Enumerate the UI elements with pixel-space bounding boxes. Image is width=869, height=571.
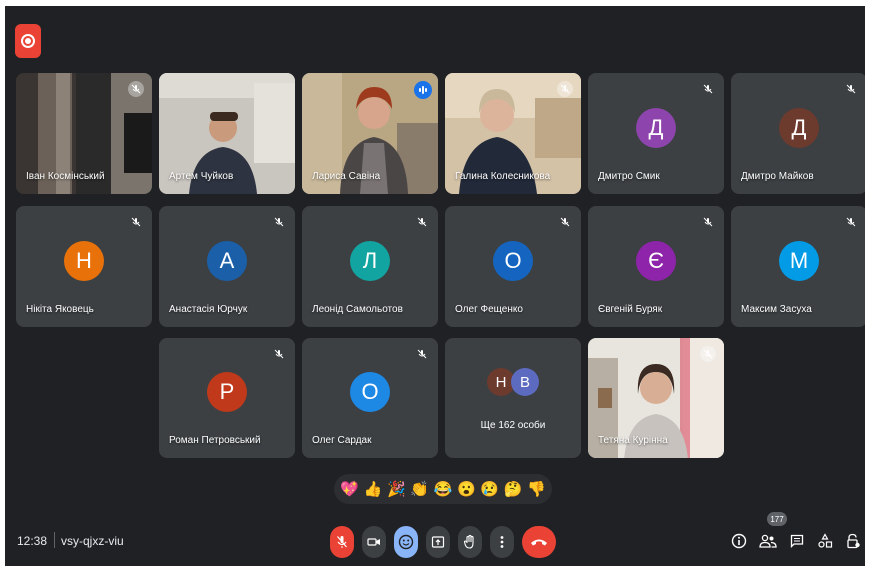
mic-off-icon bbox=[700, 81, 716, 97]
reaction-party[interactable]: 🎉 bbox=[387, 482, 406, 497]
meet-window: Іван Космінський Артем Чуйков Лариса Сав… bbox=[5, 6, 865, 566]
recording-indicator[interactable] bbox=[15, 24, 41, 58]
participant-tile[interactable]: Артем Чуйков bbox=[159, 73, 295, 194]
participant-tile[interactable]: Іван Космінський bbox=[16, 73, 152, 194]
participant-name: Нікіта Яковець bbox=[26, 304, 94, 315]
mic-off-icon bbox=[700, 346, 716, 362]
reaction-thumbs-down[interactable]: 👎 bbox=[527, 482, 546, 497]
mic-toggle-button[interactable] bbox=[330, 526, 354, 558]
end-call-icon bbox=[531, 539, 547, 546]
mic-off-icon bbox=[414, 214, 430, 230]
participant-name: Артем Чуйков bbox=[169, 171, 234, 182]
participant-name: Анастасія Юрчук bbox=[169, 304, 248, 315]
participant-tile[interactable]: Д Дмитро Смик bbox=[588, 73, 724, 194]
participant-name: Тетяна Курінна bbox=[598, 435, 668, 446]
participant-tile[interactable]: Л Леонід Самольотов bbox=[302, 206, 438, 327]
divider bbox=[54, 532, 55, 548]
mic-off-icon bbox=[700, 214, 716, 230]
participant-tile[interactable]: М Максим Засуха bbox=[731, 206, 865, 327]
avatar: Є bbox=[636, 240, 676, 281]
people-count-badge: 177 bbox=[767, 512, 787, 526]
participant-name: Лариса Савіна bbox=[312, 171, 381, 182]
host-controls-button[interactable] bbox=[844, 532, 862, 550]
chat-button[interactable] bbox=[788, 532, 806, 550]
raise-hand-icon bbox=[463, 534, 474, 549]
avatar: А bbox=[207, 240, 247, 281]
participant-tile[interactable]: Є Євгеній Буряк bbox=[588, 206, 724, 327]
raise-hand-button[interactable] bbox=[458, 526, 482, 558]
avatar: В bbox=[511, 368, 539, 396]
participant-name: Євгеній Буряк bbox=[598, 304, 663, 315]
reaction-sad[interactable]: 😢 bbox=[480, 482, 499, 497]
activities-icon bbox=[818, 533, 833, 548]
reactions-bar: 💖 👍 🎉 👏 😂 😮 😢 🤔 👎 bbox=[334, 474, 552, 504]
reaction-clap[interactable]: 👏 bbox=[410, 482, 429, 497]
camera-icon bbox=[367, 538, 380, 546]
avatar: Л bbox=[350, 240, 390, 281]
speaking-indicator-icon bbox=[414, 81, 432, 99]
info-icon bbox=[731, 533, 747, 549]
participant-tile[interactable]: Галина Колесникова bbox=[445, 73, 581, 194]
more-options-button[interactable] bbox=[490, 526, 514, 558]
avatar: М bbox=[779, 240, 819, 281]
reaction-heart[interactable]: 💖 bbox=[340, 482, 359, 497]
mic-off-icon bbox=[337, 536, 347, 548]
participant-name: Роман Петровський bbox=[169, 435, 261, 446]
present-icon bbox=[431, 536, 445, 548]
emoji-icon bbox=[398, 534, 414, 550]
avatar: Д bbox=[779, 107, 819, 148]
participant-name: Максим Засуха bbox=[741, 304, 812, 315]
emoji-reactions-button[interactable] bbox=[394, 526, 418, 558]
mic-off-icon bbox=[557, 214, 573, 230]
more-participants-tile[interactable]: Н В Ще 162 особи bbox=[445, 338, 581, 458]
participant-name: Леонід Самольотов bbox=[312, 304, 403, 315]
leave-call-button[interactable] bbox=[522, 526, 556, 558]
avatar: О bbox=[493, 240, 533, 281]
people-button[interactable] bbox=[759, 532, 777, 550]
participant-tile[interactable]: А Анастасія Юрчук bbox=[159, 206, 295, 327]
mic-off-icon bbox=[128, 214, 144, 230]
avatar: Н bbox=[64, 240, 104, 281]
people-icon bbox=[759, 534, 777, 548]
meeting-code: vsy-qjxz-viu bbox=[61, 534, 124, 548]
participant-name: Олег Фещенко bbox=[455, 304, 523, 315]
chat-icon bbox=[790, 534, 804, 548]
avatar: Р bbox=[207, 372, 247, 412]
participant-tile-active-speaker[interactable]: Лариса Савіна bbox=[302, 73, 438, 194]
mic-off-icon bbox=[557, 81, 573, 97]
mic-off-icon bbox=[843, 81, 859, 97]
participant-tile[interactable]: О Олег Сардак bbox=[302, 338, 438, 458]
mic-off-icon bbox=[843, 214, 859, 230]
participant-name: Галина Колесникова bbox=[455, 171, 551, 182]
meeting-time: 12:38 bbox=[17, 534, 48, 548]
participant-name: Дмитро Смик bbox=[598, 171, 660, 182]
meeting-details-button[interactable] bbox=[730, 532, 748, 550]
mic-off-icon bbox=[414, 346, 430, 362]
activities-button[interactable] bbox=[816, 532, 834, 550]
reaction-surprised[interactable]: 😮 bbox=[457, 482, 476, 497]
participant-name: Дмитро Майков bbox=[741, 171, 814, 182]
participant-tile[interactable]: Д Дмитро Майков bbox=[731, 73, 865, 194]
camera-toggle-button[interactable] bbox=[362, 526, 386, 558]
reaction-thinking[interactable]: 🤔 bbox=[504, 482, 523, 497]
reaction-thumbs-up[interactable]: 👍 bbox=[364, 482, 383, 497]
avatar: Д bbox=[636, 107, 676, 148]
mic-off-icon bbox=[271, 346, 287, 362]
record-icon bbox=[21, 34, 35, 48]
participant-tile[interactable]: О Олег Фещенко bbox=[445, 206, 581, 327]
more-participants-label: Ще 162 особи bbox=[480, 420, 546, 431]
participant-tile[interactable]: Тетяна Курінна bbox=[588, 338, 724, 458]
present-screen-button[interactable] bbox=[426, 526, 450, 558]
participant-tile[interactable]: Н Нікіта Яковець bbox=[16, 206, 152, 327]
host-controls-icon bbox=[847, 533, 860, 549]
participant-tile[interactable]: Р Роман Петровський bbox=[159, 338, 295, 458]
mic-off-icon bbox=[128, 81, 144, 97]
participant-name: Іван Космінський bbox=[26, 171, 105, 182]
avatar: О bbox=[350, 372, 390, 412]
more-options-icon bbox=[500, 536, 504, 548]
participant-name: Олег Сардак bbox=[312, 435, 372, 446]
mic-off-icon bbox=[271, 214, 287, 230]
reaction-laugh[interactable]: 😂 bbox=[434, 482, 453, 497]
